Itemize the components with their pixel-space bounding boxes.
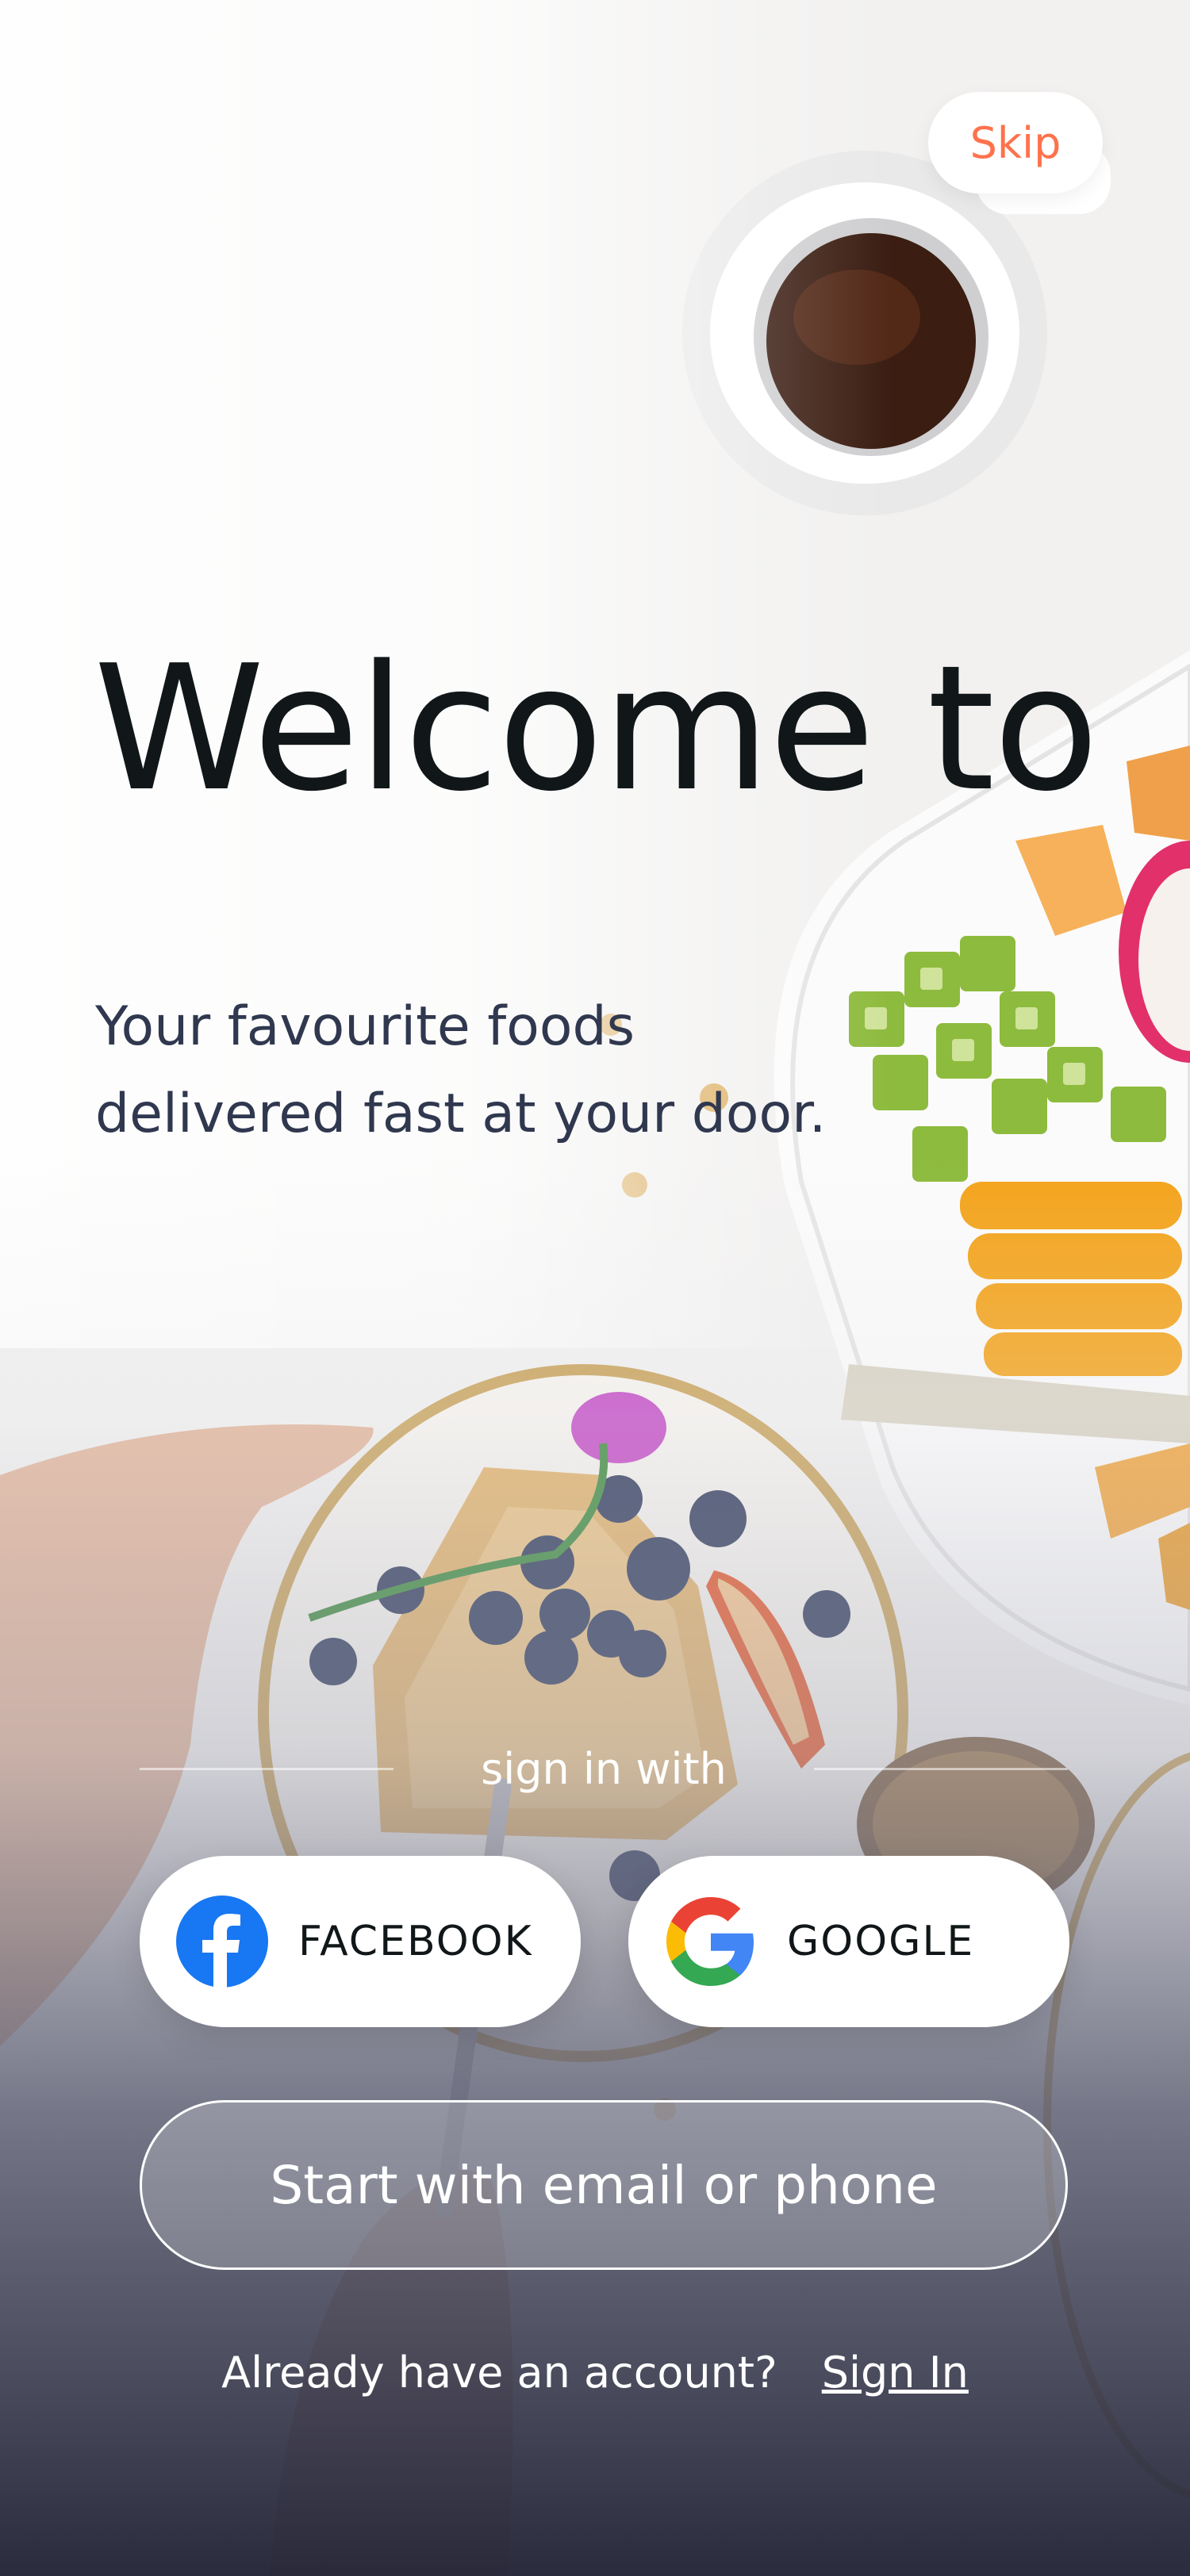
- google-icon: [666, 1897, 754, 1986]
- sign-in-with-divider: sign in with: [140, 1737, 1069, 1800]
- facebook-label: FACEBOOK: [298, 1918, 533, 1965]
- google-button[interactable]: GOOGLE: [628, 1856, 1069, 2027]
- welcome-subtitle: Your favourite foods delivered fast at y…: [95, 995, 827, 1145]
- facebook-button[interactable]: FACEBOOK: [140, 1856, 581, 2027]
- already-have-account-text: Already have an account?: [221, 2348, 777, 2398]
- divider-line-right: [813, 1767, 1069, 1770]
- skip-button[interactable]: Skip: [928, 92, 1103, 194]
- welcome-screen: Skip Welcome to Your favourite foods del…: [0, 0, 1190, 2576]
- start-with-email-button[interactable]: Start with email or phone: [140, 2100, 1068, 2270]
- sign-in-link[interactable]: Sign In: [822, 2348, 969, 2398]
- footer-signin: Already have an account? Sign In: [0, 2348, 1190, 2398]
- welcome-title: Welcome to: [94, 629, 1099, 830]
- sign-in-with-label: sign in with: [481, 1743, 727, 1794]
- divider-line-left: [140, 1767, 394, 1770]
- facebook-icon: [176, 1896, 268, 1988]
- google-label: GOOGLE: [787, 1918, 975, 1965]
